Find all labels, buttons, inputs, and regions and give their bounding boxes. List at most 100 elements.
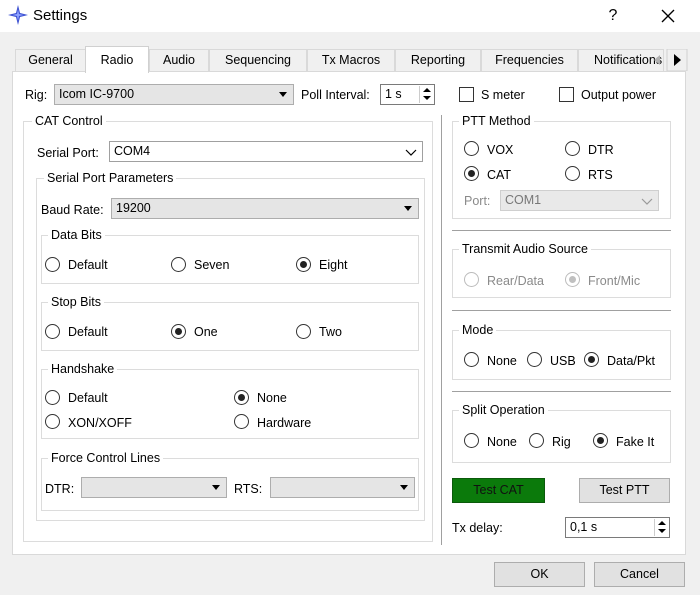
poll-interval-spinbox[interactable]: 1 s — [380, 84, 435, 105]
split-fake-it-radio[interactable] — [593, 433, 608, 448]
poll-interval-value: 1 s — [385, 87, 402, 101]
separator — [452, 391, 671, 392]
audio-front-mic-radio[interactable] — [565, 272, 580, 287]
handshake-default-radio[interactable] — [45, 390, 60, 405]
handshake-hardware-radio[interactable] — [234, 414, 249, 429]
tab-audio[interactable]: Audio — [149, 49, 209, 71]
audio-rear-data-label: Rear/Data — [487, 274, 544, 288]
split-operation-title: Split Operation — [459, 403, 548, 417]
close-icon[interactable] — [655, 4, 681, 28]
mode-title: Mode — [459, 323, 497, 337]
data-bits-seven-radio[interactable] — [171, 257, 186, 272]
s-meter-checkbox[interactable] — [459, 87, 474, 102]
mode-usb-radio[interactable] — [527, 352, 542, 367]
stop-bits-default-label: Default — [68, 325, 108, 339]
data-bits-default-label: Default — [68, 258, 108, 272]
mode-none-radio[interactable] — [464, 352, 479, 367]
ptt-cat-label: CAT — [487, 168, 512, 182]
title-bar — [0, 0, 700, 32]
tab-reporting[interactable]: Reporting — [395, 49, 481, 71]
ok-button[interactable]: OK — [494, 562, 585, 587]
serial-port-combo[interactable]: COM4 — [109, 141, 423, 162]
window-title: Settings — [33, 7, 88, 24]
tab-frequencies[interactable]: Frequencies — [481, 49, 578, 71]
separator — [452, 230, 671, 231]
stop-bits-two-label: Two — [319, 325, 342, 339]
spin-buttons-icon[interactable] — [654, 519, 668, 536]
spin-buttons-icon[interactable] — [419, 86, 433, 103]
stop-bits-one-radio[interactable] — [171, 324, 186, 339]
test-cat-button[interactable]: Test CAT — [452, 478, 545, 503]
vertical-separator — [441, 115, 442, 545]
tx-delay-spinbox[interactable]: 0,1 s — [565, 517, 670, 538]
audio-rear-data-radio[interactable] — [464, 272, 479, 287]
dropdown-arrow-icon — [404, 206, 412, 211]
baud-rate-value: 19200 — [116, 201, 151, 215]
stop-bits-default-radio[interactable] — [45, 324, 60, 339]
rts-combo[interactable] — [270, 477, 415, 498]
mode-data-pkt-label: Data/Pkt — [607, 354, 655, 368]
ptt-dtr-radio[interactable] — [565, 141, 580, 156]
force-control-lines-title: Force Control Lines — [48, 451, 164, 465]
handshake-xonxoff-radio[interactable] — [45, 414, 60, 429]
ptt-rts-radio[interactable] — [565, 166, 580, 181]
test-ptt-button[interactable]: Test PTT — [579, 478, 670, 503]
tab-scroll-icons[interactable] — [648, 49, 688, 71]
s-meter-label: S meter — [481, 88, 525, 102]
data-bits-seven-label: Seven — [194, 258, 230, 272]
split-rig-radio[interactable] — [529, 433, 544, 448]
mode-none-label: None — [487, 354, 517, 368]
data-bits-title: Data Bits — [48, 228, 105, 242]
mode-data-pkt-radio[interactable] — [584, 352, 599, 367]
rig-combo[interactable]: Icom IC-9700 — [54, 84, 294, 105]
dropdown-arrow-icon — [212, 485, 220, 490]
chevron-down-icon — [641, 198, 653, 205]
stop-bits-one-label: One — [194, 325, 218, 339]
output-power-checkbox[interactable] — [559, 87, 574, 102]
cancel-button[interactable]: Cancel — [594, 562, 685, 587]
split-fake-it-label: Fake It — [616, 435, 655, 449]
handshake-none-label: None — [257, 391, 287, 405]
data-bits-eight-label: Eight — [319, 258, 348, 272]
stop-bits-two-radio[interactable] — [296, 324, 311, 339]
output-power-label: Output power — [581, 88, 657, 102]
dtr-combo[interactable] — [81, 477, 227, 498]
ptt-vox-radio[interactable] — [464, 141, 479, 156]
handshake-none-radio[interactable] — [234, 390, 249, 405]
baud-rate-label: Baud Rate: — [41, 203, 104, 217]
tx-delay-value: 0,1 s — [570, 520, 598, 534]
ptt-port-value: COM1 — [505, 193, 542, 207]
serial-port-label: Serial Port: — [37, 146, 99, 160]
mode-usb-label: USB — [550, 354, 576, 368]
tab-sequencing[interactable]: Sequencing — [209, 49, 307, 71]
rts-label: RTS: — [234, 482, 263, 496]
serial-port-parameters-title: Serial Port Parameters — [44, 171, 177, 185]
serial-port-value: COM4 — [114, 144, 151, 158]
split-none-radio[interactable] — [464, 433, 479, 448]
handshake-xonxoff-label: XON/XOFF — [68, 416, 132, 430]
data-bits-eight-radio[interactable] — [296, 257, 311, 272]
ptt-port-combo[interactable]: COM1 — [500, 190, 659, 211]
transmit-audio-source-title: Transmit Audio Source — [459, 242, 591, 256]
handshake-hardware-label: Hardware — [257, 416, 312, 430]
chevron-down-icon — [405, 149, 417, 156]
split-none-label: None — [487, 435, 517, 449]
separator — [452, 310, 671, 311]
ptt-method-title: PTT Method — [459, 114, 534, 128]
ptt-rts-label: RTS — [588, 168, 613, 182]
baud-rate-combo[interactable]: 19200 — [111, 198, 419, 219]
tab-tx-macros[interactable]: Tx Macros — [307, 49, 395, 71]
rig-value: Icom IC-9700 — [59, 87, 135, 101]
help-button[interactable]: ? — [600, 4, 626, 28]
dropdown-arrow-icon — [400, 485, 408, 490]
ptt-port-label: Port: — [464, 194, 491, 208]
ptt-dtr-label: DTR — [588, 143, 614, 157]
tab-radio[interactable]: Radio — [85, 46, 149, 73]
tab-general[interactable]: General — [15, 49, 86, 71]
data-bits-default-radio[interactable] — [45, 257, 60, 272]
rig-label: Rig: — [25, 88, 48, 102]
dtr-label: DTR: — [45, 482, 75, 496]
split-rig-label: Rig — [552, 435, 571, 449]
ptt-cat-radio[interactable] — [464, 166, 479, 181]
ptt-vox-label: VOX — [487, 143, 514, 157]
